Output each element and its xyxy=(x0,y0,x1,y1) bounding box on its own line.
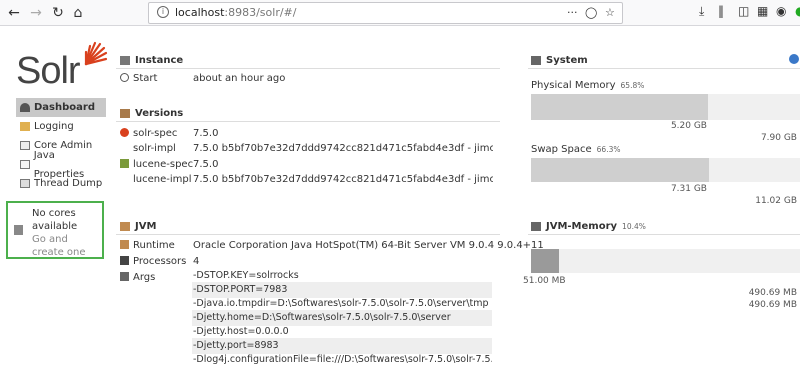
divider xyxy=(528,234,800,235)
forward-icon[interactable]: → xyxy=(26,3,46,23)
physical-memory-bar xyxy=(531,94,800,120)
core-icon xyxy=(14,225,23,235)
divider xyxy=(116,121,500,122)
runtime-label: Runtime xyxy=(120,240,175,251)
physical-used: 5.20 GB xyxy=(670,121,707,131)
clock-icon xyxy=(120,73,129,82)
sidebar-icon[interactable]: ◫ xyxy=(738,4,749,18)
sidebar-item-label: Thread Dump xyxy=(34,178,103,189)
pocket-icon[interactable]: ◯ xyxy=(585,6,597,19)
jvm-memory-max: 490.69 MB xyxy=(748,300,797,310)
instance-header: Instance xyxy=(120,55,183,66)
sidebar-item-dashboard[interactable]: Dashboard xyxy=(16,98,106,117)
sidebar-item-java-properties[interactable]: Java Properties xyxy=(16,150,106,180)
runtime-icon xyxy=(120,240,129,249)
jvm-header: JVM xyxy=(120,221,156,232)
physical-total: 7.90 GB xyxy=(760,133,797,143)
system-header: System xyxy=(531,55,588,66)
jvm-memory-used xyxy=(531,249,559,273)
solr-logo[interactable]: Solr xyxy=(16,40,108,92)
core-admin-icon xyxy=(20,141,30,150)
create-core-link[interactable]: Go and create one xyxy=(32,233,102,259)
args-icon xyxy=(120,272,129,281)
lucene-impl-label: lucene-impl xyxy=(133,174,192,185)
runtime-value: Oracle Corporation Java HotSpot(TM) 64-B… xyxy=(193,240,544,251)
args-label: Args xyxy=(120,272,155,283)
jvm-memory-committed: 490.69 MB xyxy=(748,288,797,298)
bookmark-star-icon[interactable]: ☆ xyxy=(605,6,615,19)
lucene-impl-value: 7.5.0 b5bf70b7e32d7ddd9742cc821d471c5fab… xyxy=(193,174,493,185)
dashboard-icon xyxy=(20,103,30,112)
logo-text: Solr xyxy=(16,50,81,92)
solr-icon xyxy=(120,128,129,137)
reload-icon[interactable]: ↻ xyxy=(48,3,68,23)
section-title: JVM-Memory xyxy=(546,221,618,232)
url-bar[interactable]: i localhost:8983/solr/#/ ··· ◯ ☆ xyxy=(148,2,623,24)
solr-impl-value: 7.5.0 b5bf70b7e32d7ddd9742cc821d471c5fab… xyxy=(193,143,493,154)
physical-memory-used xyxy=(531,94,708,120)
solr-spec-label: solr-spec xyxy=(120,128,177,139)
lucene-spec-label: lucene-spec xyxy=(120,159,193,170)
swap-space-used xyxy=(531,158,710,182)
lucene-icon xyxy=(120,159,129,168)
swap-space-bar xyxy=(531,158,800,182)
refresh-icon[interactable] xyxy=(789,54,799,64)
extension3-icon[interactable]: ● xyxy=(795,4,800,18)
browser-toolbar: ← → ↻ ⌂ i localhost:8983/solr/#/ ··· ◯ ☆… xyxy=(0,0,800,26)
section-title: Instance xyxy=(135,55,184,66)
divider xyxy=(116,234,500,235)
versions-header: Versions xyxy=(120,108,183,119)
section-title: System xyxy=(546,55,588,66)
divider xyxy=(528,68,800,69)
extension-icon[interactable]: ▦ xyxy=(757,4,768,18)
divider xyxy=(116,68,500,69)
solr-spec-value: 7.5.0 xyxy=(193,128,219,139)
extension2-icon[interactable]: ◉ xyxy=(776,4,786,18)
start-label: Start xyxy=(120,73,157,84)
jvm-icon xyxy=(120,222,130,231)
sidebar-nav: Dashboard Logging Core Admin Java Proper… xyxy=(16,98,106,193)
processors-value: 4 xyxy=(193,256,200,267)
download-icon[interactable]: ⤓ xyxy=(699,4,704,19)
sidebar-item-label: Logging xyxy=(34,121,74,132)
start-value: about an hour ago xyxy=(193,73,286,84)
jvm-memory-header: JVM-Memory 10.4% xyxy=(531,221,646,232)
jvm-arg: -Dlog4j.configurationFile=file:///D:\Sof… xyxy=(193,354,492,365)
solr-sun-icon xyxy=(84,41,108,66)
section-title: Versions xyxy=(135,108,184,119)
solr-impl-label: solr-impl xyxy=(133,143,176,154)
url-text: localhost:8983/solr/#/ xyxy=(175,6,297,19)
section-title: JVM xyxy=(135,221,157,232)
swap-used: 7.31 GB xyxy=(670,184,707,194)
back-icon[interactable]: ← xyxy=(4,3,24,23)
sidebar-item-label: Dashboard xyxy=(34,102,95,113)
processors-label: Processors xyxy=(120,256,186,267)
jvm-memory-pct: 10.4% xyxy=(622,222,646,231)
jvm-memory-icon xyxy=(531,222,541,231)
library-icon[interactable]: ‖ xyxy=(718,4,724,18)
no-cores-notice: No cores available Go and create one xyxy=(6,201,104,259)
no-cores-text: No cores available xyxy=(32,208,78,232)
instance-icon xyxy=(120,56,130,65)
swap-space-label: Swap Space 66.3% xyxy=(531,144,621,155)
jvm-memory-bar xyxy=(531,249,800,273)
swap-total: 11.02 GB xyxy=(755,196,797,206)
physical-memory-label: Physical Memory 65.8% xyxy=(531,80,645,91)
jvm-memory-used-value: 51.00 MB xyxy=(523,276,566,286)
java-properties-icon xyxy=(20,160,30,169)
versions-icon xyxy=(120,109,130,118)
lucene-spec-value: 7.5.0 xyxy=(193,159,219,170)
processor-icon xyxy=(120,256,129,265)
thread-dump-icon xyxy=(20,179,30,188)
sidebar-item-logging[interactable]: Logging xyxy=(16,117,106,136)
home-icon[interactable]: ⌂ xyxy=(68,3,88,23)
sidebar-item-thread-dump[interactable]: Thread Dump xyxy=(16,174,106,193)
info-icon[interactable]: i xyxy=(157,6,169,18)
page-actions-icon[interactable]: ··· xyxy=(567,6,578,19)
system-icon xyxy=(531,56,541,65)
logging-icon xyxy=(20,122,30,131)
